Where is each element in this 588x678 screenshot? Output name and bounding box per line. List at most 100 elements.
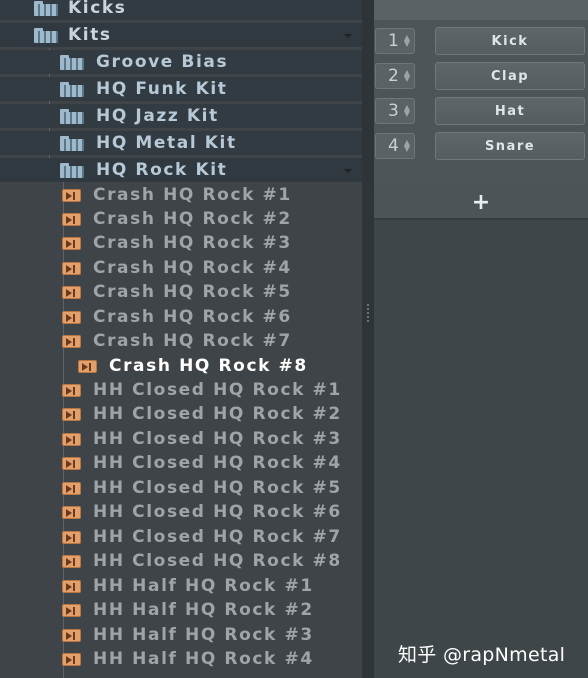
file-item[interactable]: HH Closed HQ Rock #6 [0,500,362,524]
channel-number: 3 [388,101,399,121]
file-label: HH Closed HQ Rock #7 [93,527,342,547]
browser-panel: Kicks Kits Groove Bias HQ Funk Kit HQ Ja… [0,0,362,678]
channel-number-stepper[interactable]: 1 ▲ ▼ [375,28,415,54]
channel-label: Kick [491,33,529,49]
spin-arrows-icon[interactable]: ▲ ▼ [404,34,410,48]
folder-hq-jazz-kit[interactable]: HQ Jazz Kit [0,104,362,128]
spin-arrows-icon[interactable]: ▲ ▼ [404,69,410,83]
file-item[interactable]: HH Closed HQ Rock #2 [0,402,362,426]
audio-file-icon [62,505,81,519]
file-item[interactable]: HH Half HQ Rock #1 [0,574,362,598]
spin-arrows-icon[interactable]: ▲ ▼ [404,104,410,118]
audio-file-icon [62,188,81,202]
file-item[interactable]: HH Half HQ Rock #3 [0,623,362,647]
file-item[interactable]: HH Closed HQ Rock #3 [0,427,362,451]
audio-file-icon [62,236,81,250]
file-label: HH Closed HQ Rock #3 [93,429,342,449]
folder-kits[interactable]: Kits [0,23,362,47]
folder-icon [34,27,58,43]
audio-file-icon [62,285,81,299]
file-label: HH Half HQ Rock #1 [93,576,314,596]
audio-file-icon [62,554,81,568]
audio-file-icon [62,579,81,593]
splitter-grip-icon[interactable] [367,304,369,324]
folder-groove-bias[interactable]: Groove Bias [0,50,362,74]
folder-icon [60,81,84,97]
folder-hq-funk-kit[interactable]: HQ Funk Kit [0,77,362,101]
file-item[interactable]: HH Closed HQ Rock #5 [0,476,362,500]
file-item[interactable]: Crash HQ Rock #4 [0,256,362,280]
file-item[interactable]: Crash HQ Rock #3 [0,231,362,255]
folder-icon [60,54,84,70]
folder-label: HQ Jazz Kit [96,106,219,126]
channel-number-stepper[interactable]: 2 ▲ ▼ [375,63,415,89]
folder-label: Groove Bias [96,52,229,72]
audio-file-icon [62,383,81,397]
file-item[interactable]: HH Closed HQ Rock #4 [0,451,362,475]
folder-label: HQ Funk Kit [96,79,228,99]
folder-icon [60,108,84,124]
file-item[interactable]: Crash HQ Rock #5 [0,280,362,304]
file-label: HH Closed HQ Rock #6 [93,502,342,522]
audio-file-icon [62,530,81,544]
file-item[interactable]: HH Closed HQ Rock #8 [0,549,362,573]
rack-header-strip [374,0,588,20]
file-item[interactable]: HH Half HQ Rock #2 [0,598,362,622]
channel-label: Snare [484,138,536,154]
channel-number-stepper[interactable]: 3 ▲ ▼ [375,98,415,124]
add-channel-button[interactable]: + [374,186,588,220]
folder-icon [60,162,84,178]
rack-empty-area [374,220,588,678]
audio-file-icon [62,456,81,470]
channel-button-snare[interactable]: Snare [435,132,585,160]
channel-label: Hat [494,103,526,119]
channel-number: 2 [388,66,399,86]
file-label: HH Half HQ Rock #3 [93,625,314,645]
channel-rack: 1 ▲ ▼ Kick 2 ▲ ▼ Clap 3 ▲ ▼ Hat 4 ▲ ▼ Snare … [374,0,588,678]
audio-file-icon [62,407,81,421]
plus-icon: + [471,189,491,215]
audio-file-icon [62,628,81,642]
channel-list: 1 ▲ ▼ Kick 2 ▲ ▼ Clap 3 ▲ ▼ Hat 4 ▲ ▼ Snare [374,0,588,186]
panel-splitter[interactable] [362,0,374,678]
file-item[interactable]: Crash HQ Rock #2 [0,207,362,231]
collapse-arrow-icon[interactable] [344,34,352,38]
file-item[interactable]: HH Closed HQ Rock #7 [0,525,362,549]
file-label: HH Closed HQ Rock #5 [93,478,342,498]
channel-button-hat[interactable]: Hat [435,97,585,125]
channel-button-clap[interactable]: Clap [435,62,585,90]
folder-hq-metal-kit[interactable]: HQ Metal Kit [0,131,362,155]
audio-file-icon [62,432,81,446]
folder-label: HQ Rock Kit [96,160,228,180]
file-item[interactable]: Crash HQ Rock #7 [0,329,362,353]
folder-icon [34,0,58,16]
audio-file-icon [62,261,81,275]
audio-file-icon [62,652,81,666]
file-label: HH Closed HQ Rock #8 [93,551,342,571]
folder-label: HQ Metal Kit [96,133,237,153]
audio-file-icon [62,310,81,324]
channel-number: 4 [388,136,399,156]
file-label: Crash HQ Rock #8 [109,356,308,376]
folder-hq-rock-kit[interactable]: HQ Rock Kit [0,158,362,182]
channel-number: 1 [388,31,399,51]
file-item[interactable]: HH Half HQ Rock #4 [0,647,362,671]
audio-file-icon [62,481,81,495]
audio-file-icon [62,334,81,348]
file-item-selected[interactable]: Crash HQ Rock #8 [0,354,362,378]
channel-button-kick[interactable]: Kick [435,27,585,55]
file-item[interactable]: HH Closed HQ Rock #1 [0,378,362,402]
channel-number-stepper[interactable]: 4 ▲ ▼ [375,133,415,159]
file-item[interactable]: Crash HQ Rock #6 [0,305,362,329]
audio-file-icon [62,212,81,226]
folder-kicks[interactable]: Kicks [0,0,362,20]
audio-file-icon [62,603,81,617]
file-label: HH Closed HQ Rock #1 [93,380,342,400]
folder-label: Kits [68,25,112,45]
file-label: Crash HQ Rock #1 [93,185,292,205]
collapse-arrow-icon[interactable] [344,169,352,173]
spin-arrows-icon[interactable]: ▲ ▼ [404,139,410,153]
file-label: HH Half HQ Rock #2 [93,600,314,620]
file-item[interactable]: Crash HQ Rock #1 [0,183,362,207]
file-label: HH Half HQ Rock #4 [93,649,314,669]
